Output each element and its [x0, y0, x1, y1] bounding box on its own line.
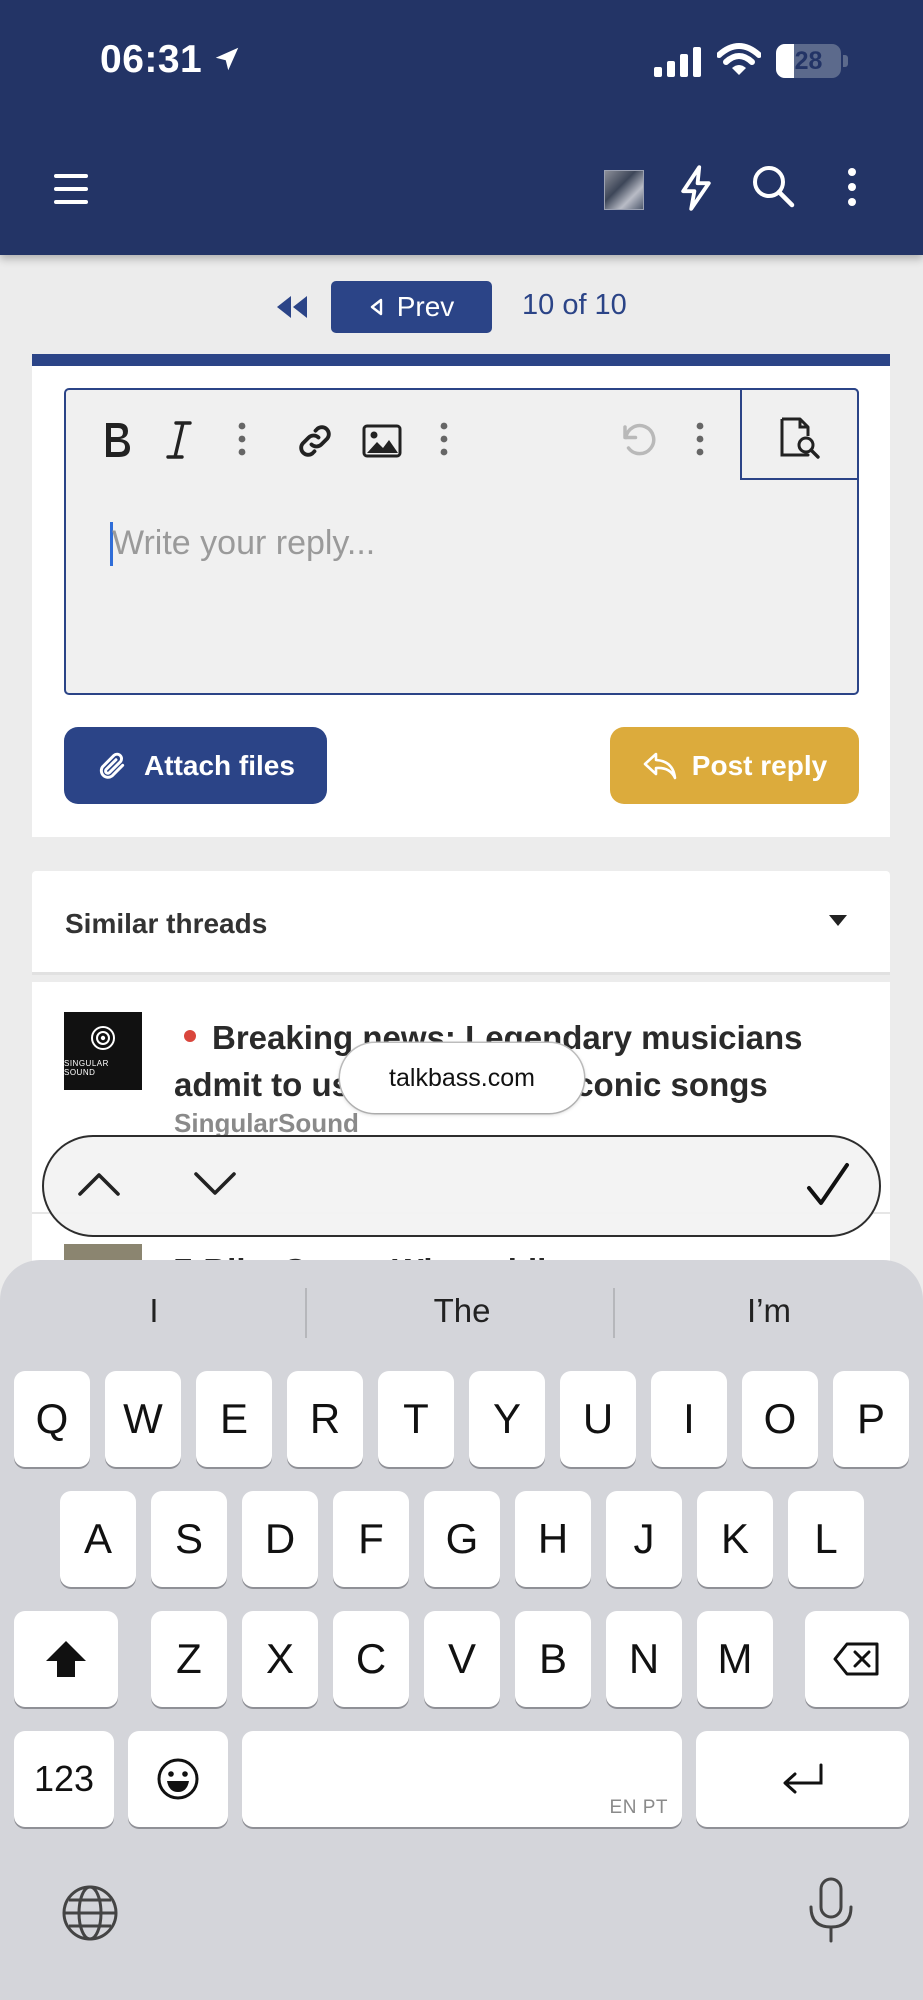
- bold-icon[interactable]: [100, 420, 134, 460]
- emoji-icon: [157, 1758, 199, 1800]
- avatar[interactable]: [604, 170, 644, 210]
- space-key[interactable]: EN PT: [242, 1731, 682, 1827]
- chevron-down-icon[interactable]: [192, 1169, 238, 1199]
- key-o[interactable]: O: [742, 1371, 818, 1467]
- keyboard: I The I’m Q W E R T Y U I O P A S D F G …: [0, 1260, 923, 2000]
- prev-label: Prev: [396, 291, 455, 322]
- key-w[interactable]: W: [105, 1371, 181, 1467]
- more-vertical-icon[interactable]: [695, 420, 705, 458]
- hamburger-menu-icon[interactable]: [52, 172, 94, 208]
- preview-icon: [780, 417, 820, 459]
- shift-key[interactable]: [14, 1611, 118, 1707]
- image-icon[interactable]: [362, 424, 402, 458]
- key-v[interactable]: V: [424, 1611, 500, 1707]
- suggestion-divider: [613, 1288, 615, 1338]
- preview-toggle[interactable]: [740, 388, 859, 480]
- key-m[interactable]: M: [697, 1611, 773, 1707]
- key-g[interactable]: G: [424, 1491, 500, 1587]
- numbers-key[interactable]: 123: [14, 1731, 114, 1827]
- key-d[interactable]: D: [242, 1491, 318, 1587]
- key-t[interactable]: T: [378, 1371, 454, 1467]
- attach-files-label: Attach files: [144, 749, 295, 781]
- suggestion-2[interactable]: The: [312, 1292, 612, 1330]
- logo-text: SINGULAR SOUND: [64, 1059, 109, 1077]
- more-vertical-icon[interactable]: [237, 420, 247, 458]
- reply-input[interactable]: [112, 516, 812, 570]
- attach-files-button[interactable]: Attach files: [64, 727, 327, 804]
- checkmark-icon[interactable]: [805, 1161, 851, 1209]
- key-h[interactable]: H: [515, 1491, 591, 1587]
- key-s[interactable]: S: [151, 1491, 227, 1587]
- battery-level: 28: [794, 47, 823, 75]
- link-icon[interactable]: [294, 420, 336, 462]
- reply-arrow-icon: [643, 752, 677, 779]
- backspace-key[interactable]: [805, 1611, 909, 1707]
- italic-icon[interactable]: [166, 420, 192, 460]
- more-vertical-icon[interactable]: [439, 420, 449, 458]
- chevron-up-icon[interactable]: [76, 1169, 122, 1199]
- page-indicator: 10 of 10: [522, 289, 627, 321]
- key-x[interactable]: X: [242, 1611, 318, 1707]
- key-a[interactable]: A: [60, 1491, 136, 1587]
- caret-left-icon: [370, 298, 382, 316]
- emoji-key[interactable]: [128, 1731, 228, 1827]
- more-vertical-icon[interactable]: [845, 167, 859, 207]
- suggestion-3[interactable]: I’m: [619, 1292, 919, 1330]
- post-reply-button[interactable]: Post reply: [610, 727, 859, 804]
- battery-nub: [843, 55, 848, 67]
- post-reply-label: Post reply: [691, 749, 828, 781]
- bolt-icon[interactable]: [676, 164, 716, 212]
- key-p[interactable]: P: [833, 1371, 909, 1467]
- key-f[interactable]: F: [333, 1491, 409, 1587]
- keyboard-accessory-bar: [42, 1135, 881, 1237]
- key-q[interactable]: Q: [14, 1371, 90, 1467]
- key-z[interactable]: Z: [151, 1611, 227, 1707]
- caret-down-icon[interactable]: [829, 915, 847, 926]
- app-header: 06:31 28: [0, 0, 923, 255]
- key-e[interactable]: E: [196, 1371, 272, 1467]
- key-i[interactable]: I: [651, 1371, 727, 1467]
- suggestion-1[interactable]: I: [4, 1292, 304, 1330]
- search-icon[interactable]: [750, 163, 796, 209]
- key-n[interactable]: N: [606, 1611, 682, 1707]
- backspace-icon: [833, 1642, 879, 1676]
- paperclip-icon: [99, 752, 125, 779]
- similar-threads-header[interactable]: Similar threads: [32, 871, 890, 975]
- location-arrow-icon: [215, 47, 239, 71]
- key-j[interactable]: J: [606, 1491, 682, 1587]
- key-c[interactable]: C: [333, 1611, 409, 1707]
- return-icon: [783, 1763, 822, 1794]
- microphone-icon[interactable]: [807, 1877, 855, 1943]
- wifi-icon: [717, 43, 761, 75]
- undo-icon[interactable]: [618, 420, 660, 462]
- key-l[interactable]: L: [788, 1491, 864, 1587]
- url-pill[interactable]: talkbass.com: [340, 1043, 584, 1113]
- battery-icon: 28: [776, 44, 841, 78]
- thread-avatar[interactable]: SINGULAR SOUND: [64, 1012, 142, 1090]
- similar-threads-title: Similar threads: [65, 908, 268, 939]
- prev-page-button[interactable]: Prev: [331, 281, 492, 333]
- key-r[interactable]: R: [287, 1371, 363, 1467]
- globe-icon[interactable]: [60, 1883, 120, 1943]
- status-time: 06:31: [100, 38, 203, 81]
- return-key[interactable]: [696, 1731, 909, 1827]
- singular-sound-logo-icon: [91, 1026, 115, 1050]
- signal-bars-icon: [654, 47, 701, 77]
- key-b[interactable]: B: [515, 1611, 591, 1707]
- key-y[interactable]: Y: [469, 1371, 545, 1467]
- key-u[interactable]: U: [560, 1371, 636, 1467]
- reply-editor[interactable]: [64, 388, 859, 695]
- double-chevron-left-icon[interactable]: [275, 294, 309, 320]
- shift-icon: [46, 1641, 86, 1677]
- key-k[interactable]: K: [697, 1491, 773, 1587]
- suggestion-divider: [305, 1288, 307, 1338]
- space-language-hint: EN PT: [609, 1797, 668, 1818]
